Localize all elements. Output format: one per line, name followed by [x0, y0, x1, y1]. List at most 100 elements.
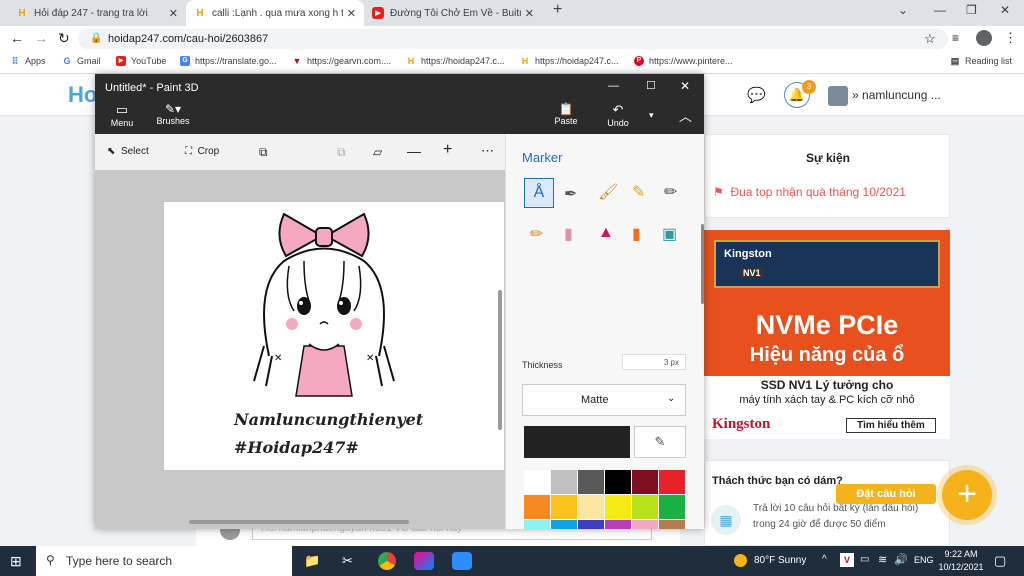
thickness-input[interactable]: 3 px — [622, 354, 686, 370]
pencil-icon[interactable]: ✏ — [664, 182, 677, 202]
color-swatch[interactable] — [524, 495, 550, 519]
color-swatch[interactable] — [524, 470, 550, 494]
zoom-out-icon[interactable]: — — [407, 143, 421, 159]
user-avatar[interactable] — [828, 86, 848, 106]
eraser-icon[interactable]: ▮ — [564, 224, 573, 244]
clock-time[interactable]: 9:22 AM — [942, 549, 980, 559]
color-swatch[interactable] — [524, 520, 550, 529]
history-dropdown-icon[interactable]: ▾ — [649, 110, 654, 121]
color-swatch[interactable] — [551, 495, 577, 519]
panel-scrollbar[interactable] — [701, 224, 704, 304]
tab-search-icon[interactable]: ⌄ — [898, 3, 908, 17]
new-tab-button[interactable]: + — [553, 1, 562, 19]
brushes-button[interactable]: ✎▾ Brushes — [153, 102, 193, 126]
clock-date[interactable]: 10/12/2021 — [938, 562, 984, 572]
profile-avatar[interactable] — [976, 30, 992, 46]
color-swatch[interactable] — [551, 470, 577, 494]
bookmark-gearvn[interactable]: ▼ https://gearvn.com.... — [292, 56, 392, 66]
notification-center-icon[interactable]: ▢ — [994, 553, 1006, 569]
ad-cta-button[interactable]: Tìm hiểu thêm — [846, 418, 936, 433]
ask-question-label[interactable]: Đặt câu hỏi — [836, 484, 936, 504]
battery-icon[interactable]: ▭ — [860, 554, 869, 565]
color-swatch[interactable] — [578, 470, 604, 494]
minimize-button[interactable]: — — [934, 3, 946, 17]
taskbar-search-box[interactable]: ⚲ Type here to search — [36, 546, 292, 576]
select-tool[interactable]: ⬉ Select — [107, 146, 149, 157]
file-explorer-icon[interactable]: 📁 — [304, 553, 320, 569]
site-logo[interactable]: Ho — [68, 82, 97, 108]
paint-maximize-button[interactable]: ☐ — [646, 79, 656, 92]
kingston-ad[interactable]: Kingston NV1 NVMe PCIe Hiệu năng của ổ S… — [704, 230, 950, 439]
collapse-ribbon-icon[interactable]: ︿ — [679, 106, 692, 125]
fill-bucket-icon[interactable]: ▣ — [662, 224, 677, 244]
canvas-horizontal-scrollbar[interactable] — [189, 520, 409, 524]
color-swatch[interactable] — [659, 495, 685, 519]
color-swatch[interactable] — [659, 520, 685, 529]
language-indicator[interactable]: ENG — [914, 555, 934, 565]
magic-select-icon[interactable]: ⧉ — [259, 145, 268, 160]
close-tab-icon[interactable]: ✕ — [169, 7, 178, 20]
tray-chevron-icon[interactable]: ^ — [822, 554, 827, 565]
close-window-button[interactable]: ✕ — [1000, 3, 1010, 17]
more-menu-icon[interactable]: ⋮ — [1004, 30, 1017, 46]
bookmark-star-icon[interactable]: ☆ — [924, 31, 936, 47]
copy-icon[interactable]: ⧉ — [337, 145, 346, 160]
color-swatch[interactable] — [659, 470, 685, 494]
bookmark-apps[interactable]: ⠿ Apps — [10, 56, 46, 66]
drawing-canvas[interactable]: ✕ ✕ Namluncungthienyet #Hoidap247# — [164, 202, 504, 470]
color-swatch[interactable] — [551, 520, 577, 529]
chat-icon[interactable]: 💬 — [747, 86, 766, 104]
network-icon[interactable]: ≋ — [878, 553, 887, 566]
more-options-icon[interactable]: ⋯ — [481, 143, 494, 159]
bookmark-hoidap-2[interactable]: Hhttps://hoidap247.c... — [520, 56, 619, 66]
color-swatch[interactable] — [632, 520, 658, 529]
tray-app-icon[interactable]: V — [840, 553, 854, 567]
color-swatch[interactable] — [605, 495, 631, 519]
menu-button[interactable]: ▭ Menu — [105, 102, 139, 128]
restore-button[interactable]: ❐ — [966, 3, 977, 17]
tab-hoidap[interactable]: H Hỏi đáp 247 - trang tra lời ✕ — [8, 0, 186, 26]
reading-list[interactable]: ▤ Reading list — [950, 56, 1012, 66]
undo-button[interactable]: ↶ Undo — [601, 102, 635, 128]
calligraphy-pen-icon[interactable]: ✒ — [564, 184, 577, 204]
color-swatch[interactable] — [632, 495, 658, 519]
zoom-in-icon[interactable]: + — [443, 141, 452, 159]
media-control-icon[interactable]: ≡ — [952, 31, 959, 45]
color-swatch[interactable] — [605, 520, 631, 529]
current-color-swatch[interactable] — [524, 426, 630, 458]
snip-tool-icon[interactable]: ✂ — [342, 553, 353, 569]
bookmark-translate[interactable]: Ghttps://translate.go... — [180, 56, 277, 66]
color-swatch[interactable] — [578, 520, 604, 529]
volume-icon[interactable]: 🔊 — [894, 553, 908, 566]
paint-minimize-button[interactable]: — — [608, 80, 619, 92]
color-swatch[interactable] — [632, 470, 658, 494]
crop-tool[interactable]: ⛶ Crop — [185, 146, 219, 157]
eyedropper-icon[interactable]: ✎ — [634, 426, 686, 458]
color-swatch[interactable] — [578, 495, 604, 519]
tab-calli[interactable]: H calli :Lạnh . qua mưa xong h tạnh ✕ — [186, 0, 364, 26]
finish-dropdown[interactable]: Matte ⌄ — [522, 384, 686, 416]
pencil-2-icon[interactable]: ✏ — [530, 224, 543, 244]
add-question-button[interactable]: + — [942, 470, 992, 520]
paint3d-taskbar-icon[interactable] — [414, 552, 434, 570]
close-tab-icon[interactable]: ✕ — [525, 7, 534, 20]
canvas-vertical-scrollbar[interactable] — [498, 290, 502, 430]
bookmark-hoidap-1[interactable]: Hhttps://hoidap247.c... — [406, 56, 505, 66]
paste-button[interactable]: 📋 Paste — [549, 102, 583, 126]
crayon-icon[interactable]: ▲ — [598, 224, 614, 242]
forward-icon[interactable]: → — [34, 30, 48, 46]
close-tab-icon[interactable]: ✕ — [347, 7, 356, 20]
windows-start-icon[interactable]: ⊞ — [10, 553, 22, 570]
zoom-app-icon[interactable] — [452, 552, 472, 570]
back-icon[interactable]: ← — [10, 30, 24, 46]
reload-icon[interactable]: ↻ — [58, 30, 70, 47]
color-swatch[interactable] — [605, 470, 631, 494]
tab-youtube[interactable]: ▶ Đường Tôi Chở Em Về - Buitr ✕ — [364, 0, 542, 26]
watercolor-icon[interactable]: ✎ — [632, 182, 645, 202]
bookmark-pinterest[interactable]: Phttps://www.pintere... — [634, 56, 733, 66]
username-label[interactable]: » namluncung ... — [852, 88, 941, 102]
oil-brush-icon[interactable]: 🖌 — [598, 182, 618, 202]
paint-close-button[interactable]: ✕ — [680, 79, 690, 93]
bookmark-gmail[interactable]: G Gmail — [62, 56, 100, 66]
event-item[interactable]: ⚑ Đua top nhận quà tháng 10/2021 — [713, 185, 906, 199]
